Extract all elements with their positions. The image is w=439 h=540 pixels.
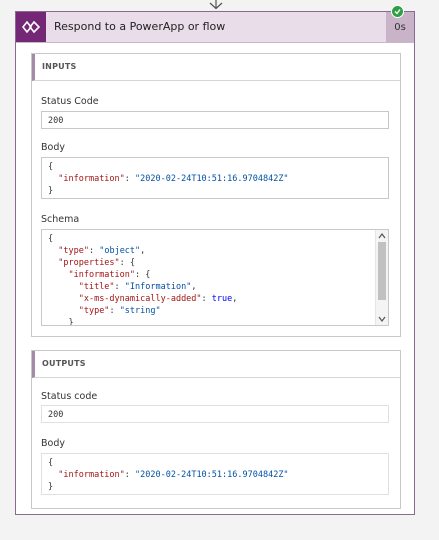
inputs-header[interactable]: INPUTS [32,54,400,81]
schema-type-key: "type" [58,246,89,256]
output-body-label: Body [41,438,65,449]
schema-label: Schema [41,214,80,225]
card-header[interactable]: Respond to a PowerApp or flow 0s [16,12,414,43]
schema-inner-type-key: "type" [78,306,110,316]
status-code-label: Status Code [41,96,99,107]
schema-title-key: "title" [78,282,115,292]
card-title: Respond to a PowerApp or flow [54,20,226,33]
outputs-header[interactable]: OUTPUTS [32,351,400,378]
scroll-down-icon[interactable] [377,314,387,324]
body-key: "information" [58,174,125,184]
output-body-key: "information" [58,470,125,480]
body-value: "2020-02-24T10:51:16.9704842Z" [135,174,289,184]
body-code: { "information": "2020-02-24T10:51:16.97… [48,162,289,196]
status-code-value: 200 [48,116,64,126]
schema-dynamic-value: true [211,294,233,304]
success-check-icon [391,5,404,18]
schema-field[interactable]: { "type": "object", "properties": { "inf… [41,229,389,326]
output-status-code-value: 200 [48,410,64,420]
schema-dynamic-key: "x-ms-dynamically-added" [78,294,202,304]
action-card: Respond to a PowerApp or flow 0s INPUTS … [15,11,415,515]
schema-scrollbar[interactable] [375,230,388,325]
schema-inner-type-value: "string" [119,306,161,316]
output-body-code: { "information": "2020-02-24T10:51:16.97… [48,458,289,492]
output-body-value: "2020-02-24T10:51:16.9704842Z" [135,470,289,480]
output-status-code-field[interactable]: 200 [41,405,389,423]
arrow-down-icon [209,0,223,10]
inputs-section: INPUTS Status Code 200 Body { "informati… [31,53,401,337]
output-body-field[interactable]: { "information": "2020-02-24T10:51:16.97… [41,453,389,495]
body-field[interactable]: { "information": "2020-02-24T10:51:16.97… [41,157,389,199]
outputs-section: OUTPUTS Status code 200 Body { "informat… [31,350,401,509]
inputs-title: INPUTS [42,62,77,71]
body-label: Body [41,142,65,153]
schema-title-value: "Information" [124,282,192,292]
scroll-up-icon[interactable] [377,231,387,241]
status-code-field[interactable]: 200 [41,111,389,129]
scroll-thumb[interactable] [378,242,386,300]
schema-code: { "type": "object", "properties": { "inf… [48,234,238,326]
schema-information-key: "information" [68,270,136,280]
powerapps-icon [16,12,46,42]
output-status-code-label: Status code [41,391,98,402]
schema-properties-key: "properties" [58,258,120,268]
outputs-title: OUTPUTS [42,359,86,368]
schema-type-value: "object" [99,246,141,256]
